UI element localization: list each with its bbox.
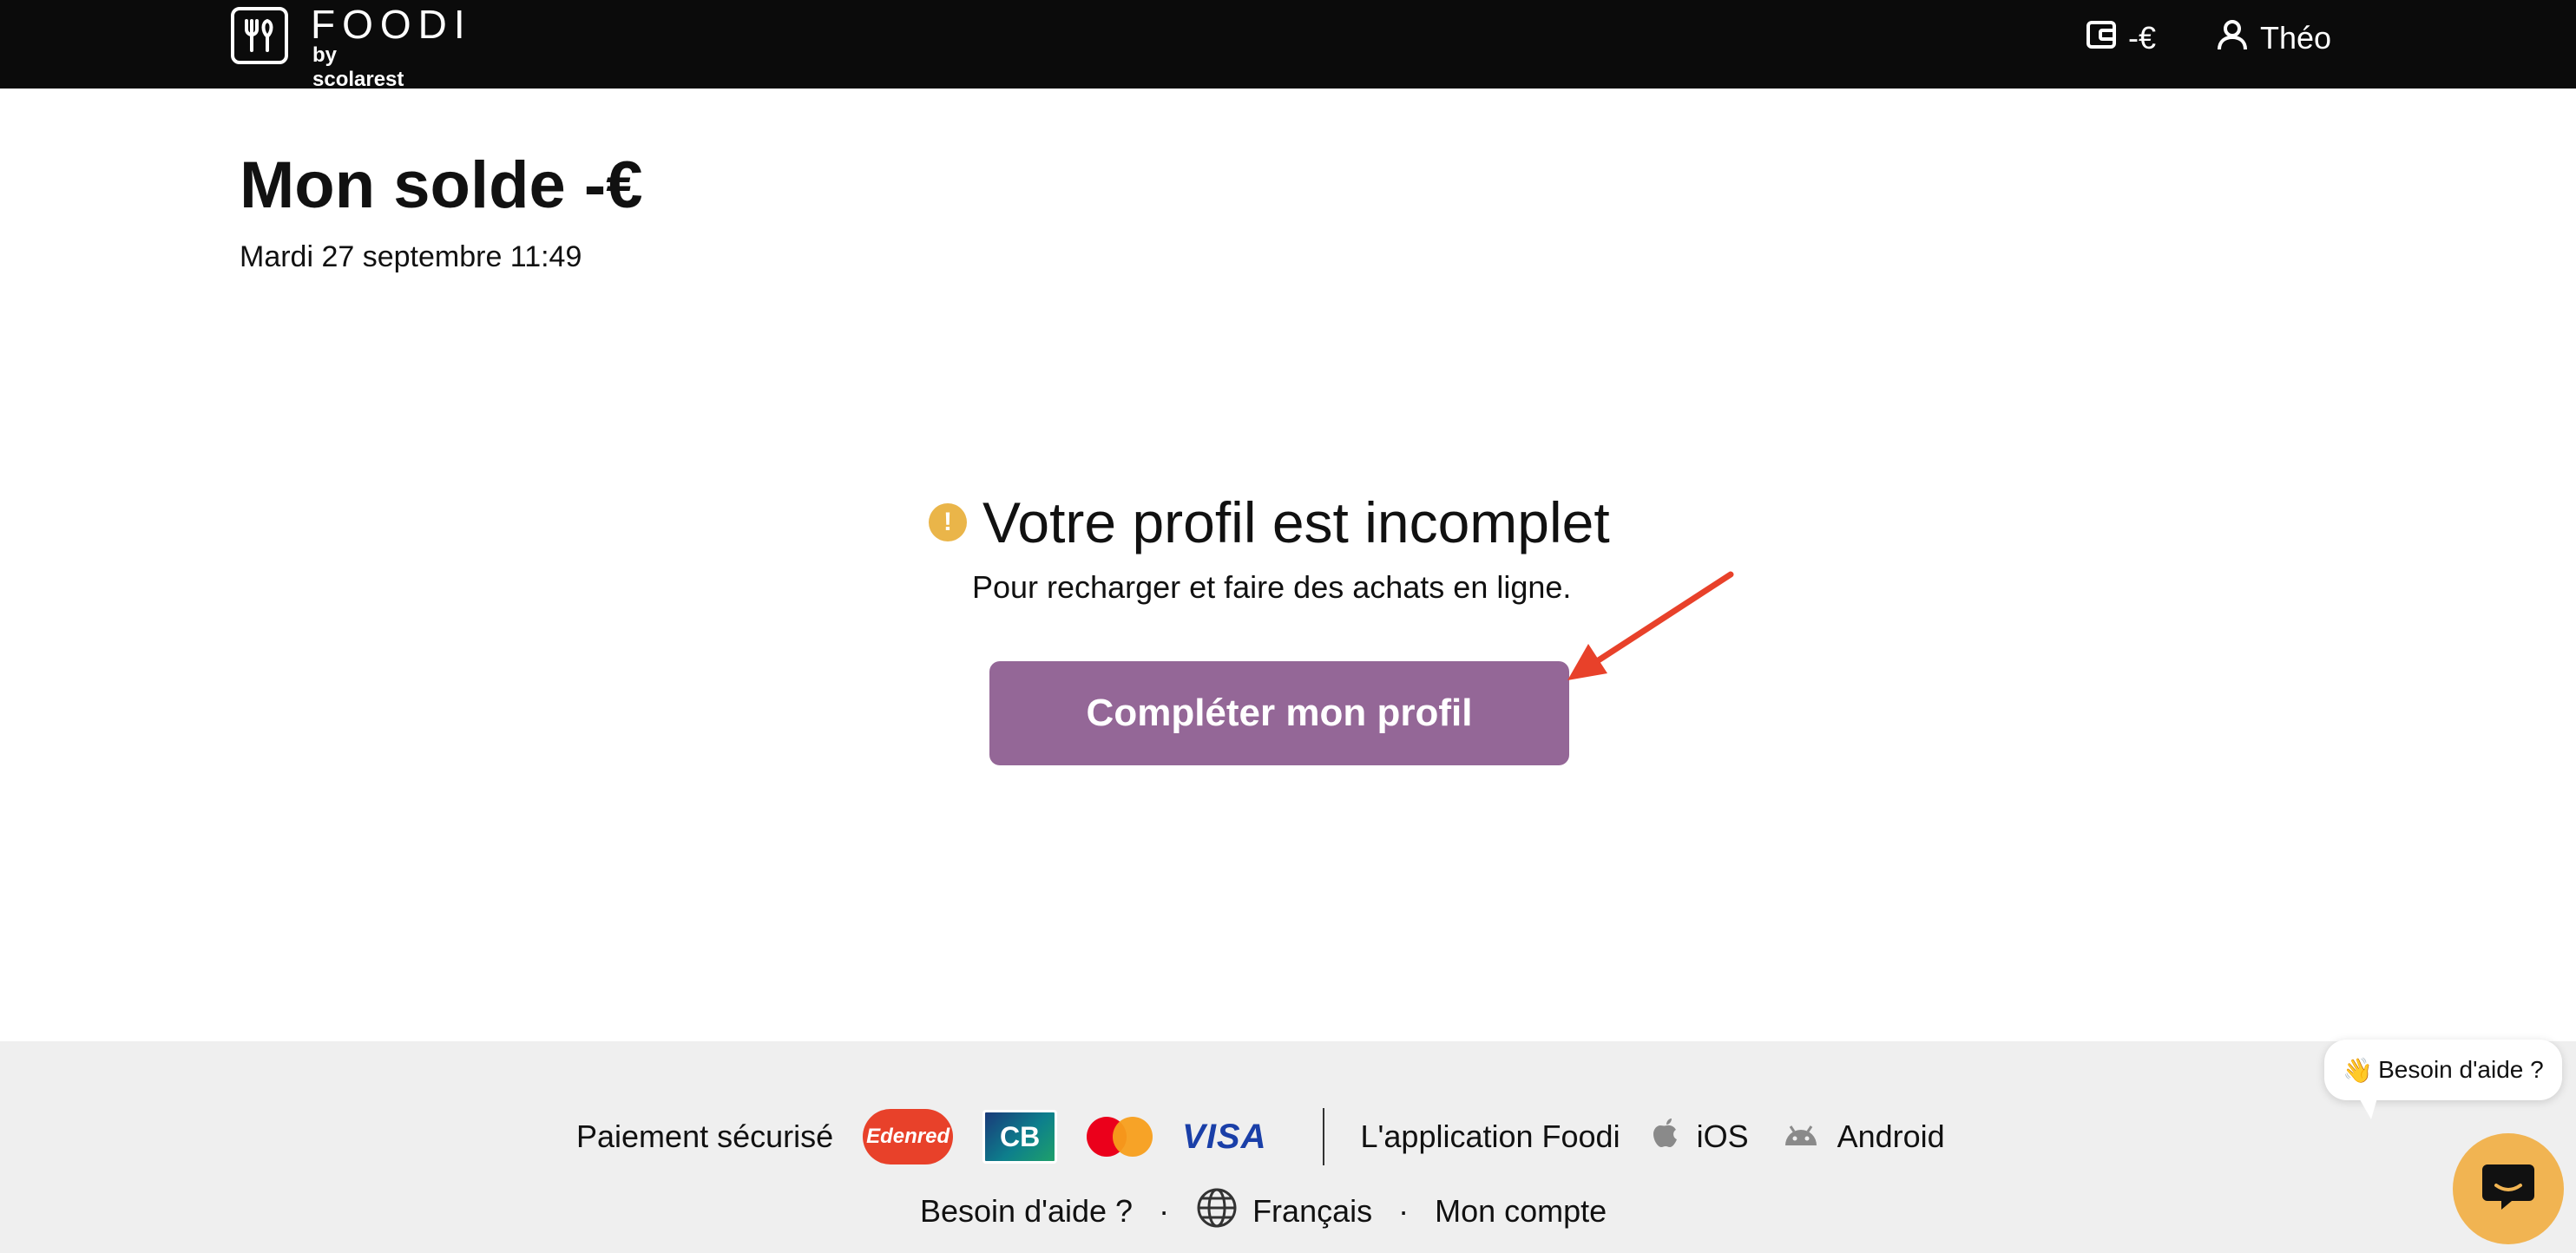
warning-icon: ! <box>929 503 967 541</box>
ios-label: iOS <box>1696 1119 1749 1154</box>
apple-icon <box>1653 1118 1679 1157</box>
globe-icon <box>1195 1186 1239 1237</box>
mastercard-logo <box>1087 1117 1153 1157</box>
help-bubble-tail <box>2357 1095 2378 1119</box>
complete-profile-button[interactable]: Compléter mon profil <box>989 661 1569 765</box>
fork-knife-icon <box>231 7 288 64</box>
footer-payment-row: Paiement sécurisé Edenred CB VISA L'appl… <box>576 1106 1978 1167</box>
notice-subtitle: Pour recharger et faire des achats en li… <box>972 569 1572 605</box>
ios-link[interactable]: iOS <box>1653 1118 1749 1157</box>
nav-user-name: Théo <box>2260 20 2332 56</box>
footer-divider <box>1322 1108 1324 1165</box>
wallet-icon <box>2085 17 2119 60</box>
language-label: Français <box>1252 1193 1373 1229</box>
nav-balance-amount: -€ <box>2128 20 2157 56</box>
help-bubble[interactable]: 👋 Besoin d'aide ? <box>2324 1040 2562 1100</box>
top-nav-bar: FOODI by scolarest -€ Théo <box>0 0 2576 91</box>
notice-title-text: Votre profil est incomplet <box>982 490 1610 554</box>
logo-subtitle: by scolarest <box>312 43 404 91</box>
chat-icon <box>2481 1161 2536 1217</box>
chat-button[interactable] <box>2453 1133 2564 1244</box>
visa-logo: VISA <box>1182 1117 1267 1156</box>
help-bubble-label: Besoin d'aide ? <box>2378 1056 2544 1083</box>
app-label: L'application Foodi <box>1360 1119 1620 1154</box>
edenred-logo: Edenred <box>863 1109 954 1164</box>
android-link[interactable]: Android <box>1782 1119 1945 1155</box>
cb-logo: CB <box>982 1110 1058 1164</box>
nav-balance[interactable]: -€ <box>2085 19 2156 57</box>
separator: · <box>1398 1193 1410 1229</box>
logo-name: FOODI <box>311 2 472 47</box>
help-link[interactable]: Besoin d'aide ? <box>920 1193 1133 1230</box>
nav-user-menu[interactable]: Théo <box>2215 19 2331 57</box>
incomplete-profile-heading: ! Votre profil est incomplet <box>929 488 1610 557</box>
secure-payment-label: Paiement sécurisé <box>576 1119 834 1154</box>
user-icon <box>2215 17 2250 60</box>
language-selector[interactable]: Français <box>1195 1186 1372 1237</box>
current-datetime: Mardi 27 septembre 11:49 <box>240 240 582 273</box>
page-title: Mon solde -€ <box>240 148 643 222</box>
android-label: Android <box>1837 1119 1945 1154</box>
android-icon <box>1782 1119 1820 1155</box>
wave-emoji: 👋 <box>2343 1056 2374 1084</box>
footer: Paiement sécurisé Edenred CB VISA L'appl… <box>0 1041 2576 1253</box>
separator: · <box>1159 1193 1170 1229</box>
account-link[interactable]: Mon compte <box>1435 1193 1607 1230</box>
footer-links-row: Besoin d'aide ? · Français · Mon compte <box>920 1185 1607 1237</box>
